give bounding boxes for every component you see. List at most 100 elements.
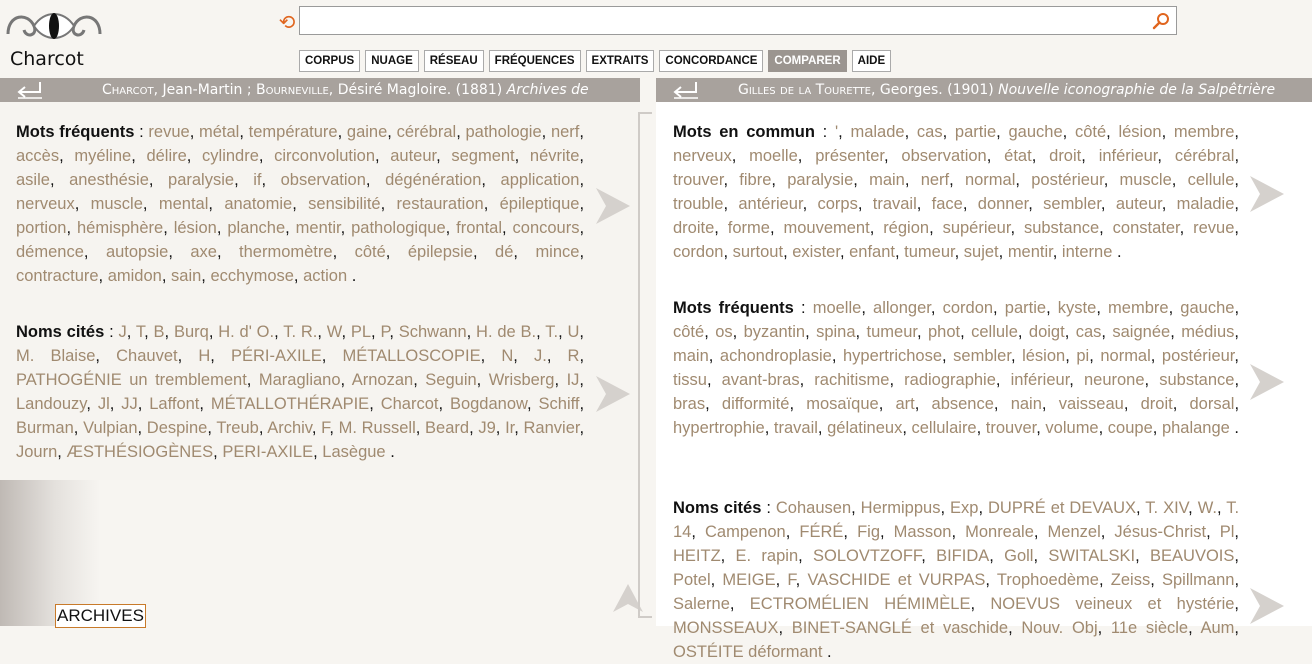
word-link[interactable]: pi [1076, 347, 1089, 365]
word-link[interactable]: portion [16, 219, 66, 237]
word-link[interactable]: F [321, 419, 329, 437]
word-link[interactable]: cas [1076, 323, 1102, 341]
word-link[interactable]: observation [901, 147, 986, 165]
word-link[interactable]: antérieur [738, 195, 802, 213]
word-link[interactable]: enfant [849, 243, 895, 261]
word-link[interactable]: trouver [673, 171, 723, 189]
word-link[interactable]: bras [673, 395, 705, 413]
word-link[interactable]: allonger [873, 299, 931, 317]
word-link[interactable]: Lasègue [322, 443, 385, 461]
word-link[interactable]: amidon [108, 267, 162, 285]
word-link[interactable]: Spillmann [1162, 571, 1234, 589]
word-link[interactable]: myéline [74, 147, 131, 165]
word-link[interactable]: SOLOVTZOFF [813, 547, 921, 565]
word-link[interactable]: pathologique [351, 219, 446, 237]
word-link[interactable]: surtout [733, 243, 783, 261]
word-link[interactable]: rachitisme [814, 371, 889, 389]
expand-arrow-icon[interactable] [596, 376, 630, 412]
return-arrow-icon[interactable] [16, 81, 44, 99]
word-link[interactable]: gauche [1180, 299, 1234, 317]
word-link[interactable]: Salerne [673, 595, 730, 613]
word-link[interactable]: P [380, 323, 389, 341]
word-link[interactable]: côté [673, 323, 704, 341]
word-link[interactable]: achondroplasie [720, 347, 832, 365]
word-link[interactable]: Landouzy [16, 395, 86, 413]
word-link[interactable]: corps [817, 195, 857, 213]
word-link[interactable]: absence [932, 395, 994, 413]
word-link[interactable]: N [501, 347, 513, 365]
word-link[interactable]: Jl [98, 395, 110, 413]
word-link[interactable]: supérieur [943, 219, 1011, 237]
word-link[interactable]: Burq [174, 323, 209, 341]
word-link[interactable]: radiographie [904, 371, 996, 389]
word-link[interactable]: tissu [673, 371, 707, 389]
word-link[interactable]: segment [451, 147, 514, 165]
word-link[interactable]: délire [146, 147, 186, 165]
word-link[interactable]: difformité [722, 395, 790, 413]
word-link[interactable]: VASCHIDE et VURPAS [807, 571, 985, 589]
word-link[interactable]: revue [1193, 219, 1234, 237]
word-link[interactable]: PÉRI-AXILE [231, 347, 322, 365]
word-link[interactable]: muscle [1120, 171, 1172, 189]
word-link[interactable]: droit [1141, 395, 1173, 413]
word-link[interactable]: frontal [456, 219, 502, 237]
search-icon[interactable] [1152, 12, 1170, 30]
word-link[interactable]: B [154, 323, 165, 341]
reset-icon[interactable]: ⟲ [275, 10, 299, 34]
word-link[interactable]: cordon [673, 243, 723, 261]
word-link[interactable]: thermomètre [239, 243, 333, 261]
word-link[interactable]: W [327, 323, 342, 341]
word-link[interactable]: mental [159, 195, 209, 213]
word-link[interactable]: auteur [1116, 195, 1162, 213]
word-link[interactable]: MÉTALLOSCOPIE [342, 347, 480, 365]
word-link[interactable]: cérébral [1175, 147, 1235, 165]
word-link[interactable]: IJ [567, 371, 580, 389]
word-link[interactable]: Treub [216, 419, 259, 437]
word-link[interactable]: région [883, 219, 929, 237]
word-link[interactable]: dégénération [385, 171, 481, 189]
word-link[interactable]: exister [792, 243, 840, 261]
word-link[interactable]: épilepsie [408, 243, 473, 261]
word-link[interactable]: tumeur [904, 243, 954, 261]
word-link[interactable]: 11e siècle [1111, 619, 1188, 637]
word-link[interactable]: Ir [505, 419, 514, 437]
word-link[interactable]: nerf [551, 123, 579, 141]
word-link[interactable]: BIFIDA [936, 547, 989, 565]
word-link[interactable]: Monreale [965, 523, 1034, 541]
word-link[interactable]: cylindre [202, 147, 259, 165]
expand-arrow-icon[interactable] [596, 188, 630, 224]
left-document-title[interactable]: Charcot, Jean-Martin ; Bourneville, Dési… [102, 78, 589, 102]
word-link[interactable]: postérieur [1162, 347, 1234, 365]
extraits-button[interactable]: EXTRAITS [585, 50, 655, 72]
word-link[interactable]: Chauvet [116, 347, 177, 365]
aide-button[interactable]: AIDE [851, 50, 892, 72]
right-document-title[interactable]: Gilles de la Tourette, Georges. (1901) N… [738, 78, 1275, 102]
word-link[interactable]: M. Blaise [16, 347, 95, 365]
word-link[interactable]: Jésus-Christ [1114, 523, 1206, 541]
word-link[interactable]: avant-bras [722, 371, 800, 389]
word-link[interactable]: R [568, 347, 580, 365]
word-link[interactable]: température [249, 123, 338, 141]
expand-arrow-icon[interactable] [1250, 588, 1284, 624]
word-link[interactable]: W. [1198, 499, 1217, 517]
word-link[interactable]: sembler [953, 347, 1011, 365]
word-link[interactable]: cellule [971, 323, 1018, 341]
word-link[interactable]: T [136, 323, 144, 341]
word-link[interactable]: lésion [1118, 123, 1161, 141]
word-link[interactable]: action [303, 267, 347, 285]
word-link[interactable]: dé [495, 243, 513, 261]
word-link[interactable]: application [501, 171, 580, 189]
word-link[interactable]: E. rapin [736, 547, 799, 565]
word-link[interactable]: Zeiss [1111, 571, 1150, 589]
word-link[interactable]: interne [1062, 243, 1112, 261]
word-link[interactable]: moelle [813, 299, 862, 317]
word-link[interactable]: art [895, 395, 914, 413]
word-link[interactable]: lésion [174, 219, 217, 237]
reseau-button[interactable]: RÉSEAU [423, 50, 484, 72]
word-link[interactable]: Exp [950, 499, 978, 517]
word-link[interactable]: tumeur [867, 323, 917, 341]
word-link[interactable]: constater [1113, 219, 1180, 237]
word-link[interactable]: Despine [147, 419, 208, 437]
word-link[interactable]: postérieur [1031, 171, 1103, 189]
word-link[interactable]: mentir [296, 219, 341, 237]
